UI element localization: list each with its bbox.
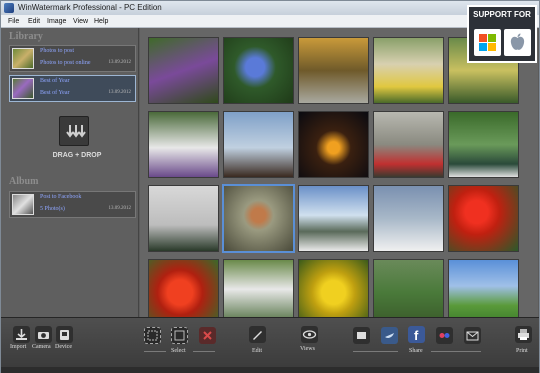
status-bar	[1, 367, 539, 373]
photo-thumbnail[interactable]	[373, 185, 444, 252]
facebook-icon: f	[414, 328, 419, 343]
windows-logo-icon	[474, 29, 501, 56]
support-badge-text: SUPPORT FOR	[473, 10, 531, 19]
photo-thumbnail[interactable]	[148, 111, 219, 178]
share-facebook-button[interactable]: f	[408, 326, 425, 343]
print-label: Print	[516, 348, 528, 354]
menu-help[interactable]: Help	[94, 16, 108, 27]
drag-arrows-icon	[66, 125, 86, 138]
drag-drop-label: DRAG + DROP	[52, 152, 102, 159]
photo-thumbnail[interactable]	[448, 259, 519, 326]
photo-thumbnail[interactable]	[298, 111, 369, 178]
photo-thumbnail[interactable]	[373, 37, 444, 104]
library-item-sub: Photos to post online	[40, 60, 91, 66]
photo-thumbnail[interactable]	[298, 259, 369, 326]
photo-thumbnail[interactable]	[448, 185, 519, 252]
share-email-button[interactable]	[464, 327, 481, 344]
photo-thumbnail[interactable]	[148, 185, 219, 252]
library-item-selected[interactable]: Best of Year Best of Year 13.09.2012	[9, 75, 136, 102]
photo-thumbnail[interactable]	[148, 259, 219, 326]
views-label: Views	[300, 346, 315, 352]
share-flickr-dots-button[interactable]	[436, 327, 453, 344]
drag-drop-target[interactable]	[59, 116, 89, 146]
album-item-date: 13.09.2012	[108, 206, 132, 211]
delete-button[interactable]	[199, 327, 216, 344]
print-button[interactable]	[515, 326, 532, 343]
menu-view[interactable]: View	[73, 16, 88, 27]
share-flickr-button[interactable]	[353, 327, 370, 344]
device-icon	[60, 330, 69, 340]
select-none-icon	[174, 330, 185, 341]
album-title: Album	[9, 176, 39, 187]
photo-thumbnail[interactable]	[373, 111, 444, 178]
library-item-name: Photos to post	[40, 48, 75, 54]
eye-icon	[302, 330, 317, 339]
album-item-sub: 5 Photo(s)	[40, 206, 65, 212]
bird-icon	[385, 333, 394, 338]
photo-thumbnail[interactable]	[223, 259, 294, 326]
photo-thumbnail[interactable]	[223, 37, 294, 104]
printer-icon	[518, 329, 529, 340]
camera-button[interactable]	[35, 326, 52, 343]
apple-logo-icon	[504, 29, 531, 56]
photos-icon	[357, 332, 366, 339]
photo-thumbnail[interactable]	[148, 37, 219, 104]
photo-thumbnail[interactable]	[223, 111, 294, 178]
group-divider	[144, 351, 166, 352]
photo-thumbnail[interactable]	[298, 37, 369, 104]
album-thumbnail	[12, 194, 34, 215]
group-divider	[353, 351, 398, 352]
edit-label: Edit	[252, 348, 262, 354]
menu-edit[interactable]: Edit	[28, 16, 40, 27]
edit-button[interactable]	[249, 326, 266, 343]
menu-bar: File Edit Image View Help	[1, 15, 539, 28]
album-item[interactable]: Post to Facebook 5 Photo(s) 13.09.2012	[9, 191, 136, 218]
title-bar: WinWatermark Professional - PC Edition	[1, 1, 539, 15]
import-button[interactable]	[13, 326, 30, 343]
library-thumbnail	[12, 48, 34, 69]
app-window: WinWatermark Professional - PC Edition F…	[0, 0, 540, 373]
select-label: Select	[171, 348, 186, 354]
menu-image[interactable]: Image	[47, 16, 66, 27]
photo-thumbnail[interactable]	[448, 111, 519, 178]
share-label: Share	[409, 348, 423, 354]
camera-label: Camera	[32, 344, 51, 350]
select-all-icon	[147, 330, 158, 341]
library-item-name: Best of Year	[40, 78, 70, 84]
photo-thumbnail[interactable]	[298, 185, 369, 252]
support-badge: SUPPORT FOR	[467, 5, 537, 63]
pencil-icon	[253, 331, 262, 340]
svg-text:f: f	[414, 328, 419, 343]
group-divider	[431, 351, 481, 352]
library-thumbnail	[12, 78, 34, 99]
device-button[interactable]	[56, 326, 73, 343]
select-none-button[interactable]	[171, 327, 188, 344]
group-divider	[193, 351, 215, 352]
import-icon	[16, 329, 27, 340]
flickr-icon	[439, 333, 450, 338]
photo-gallery	[140, 28, 538, 326]
app-icon	[4, 3, 14, 13]
library-item-date: 13.09.2012	[108, 60, 132, 65]
camera-icon	[38, 332, 49, 339]
delete-icon	[203, 331, 212, 340]
sidebar: Library Photos to post Photos to post on…	[1, 28, 139, 317]
photo-thumbnail[interactable]	[373, 259, 444, 326]
device-label: Device	[55, 344, 72, 350]
menu-file[interactable]: File	[8, 16, 19, 27]
library-title: Library	[9, 31, 43, 42]
views-button[interactable]	[301, 326, 318, 343]
share-twitter-button[interactable]	[381, 327, 398, 344]
import-label: Import	[10, 344, 27, 350]
library-item-sub: Best of Year	[40, 90, 70, 96]
bottom-toolbar: Import Camera Device Select Edit Views f…	[1, 317, 539, 367]
photo-thumbnail-selected[interactable]	[222, 184, 295, 253]
window-title: WinWatermark Professional - PC Edition	[18, 3, 162, 12]
album-item-name: Post to Facebook	[40, 194, 82, 200]
envelope-icon	[466, 331, 479, 341]
library-item[interactable]: Photos to post Photos to post online 13.…	[9, 45, 136, 72]
library-item-date: 13.09.2012	[108, 90, 132, 95]
select-all-button[interactable]	[144, 327, 161, 344]
